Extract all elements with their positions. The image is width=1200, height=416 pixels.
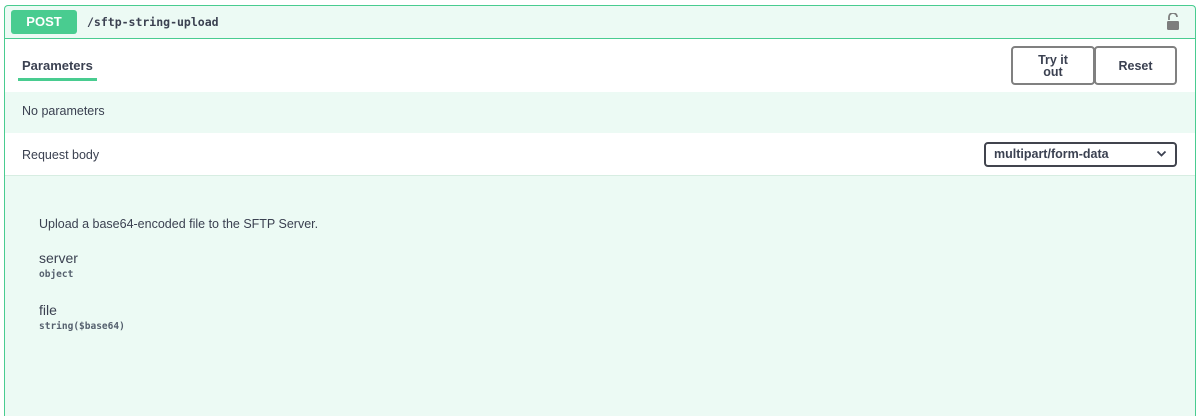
endpoint-path: /sftp-string-upload — [87, 15, 219, 29]
property-type-file: string($base64) — [39, 321, 125, 332]
try-it-out-button[interactable]: Try it out — [1011, 46, 1095, 85]
property-type-server: object — [39, 269, 74, 280]
content-type-select[interactable]: multipart/form-data — [984, 142, 1177, 167]
parameters-section-header: Parameters Try it out Reset — [5, 39, 1195, 92]
request-body-title: Request body — [22, 148, 100, 162]
property-name-server: server — [39, 250, 78, 266]
tab-parameters[interactable]: Parameters — [18, 55, 97, 83]
no-parameters-text: No parameters — [22, 104, 105, 118]
operation-block-post: POST /sftp-string-upload Parameters Try … — [4, 5, 1196, 416]
chevron-down-icon — [1156, 150, 1167, 157]
request-body-header: Request body multipart/form-data — [5, 133, 1195, 176]
content-type-value: multipart/form-data — [994, 147, 1109, 161]
http-method-badge: POST — [11, 10, 77, 34]
property-name-file: file — [39, 302, 57, 318]
request-body-description: Upload a base64-encoded file to the SFTP… — [39, 217, 319, 231]
operation-summary[interactable]: POST /sftp-string-upload — [5, 6, 1195, 39]
unlocked-padlock-icon[interactable] — [1166, 13, 1180, 31]
reset-button[interactable]: Reset — [1094, 46, 1177, 85]
